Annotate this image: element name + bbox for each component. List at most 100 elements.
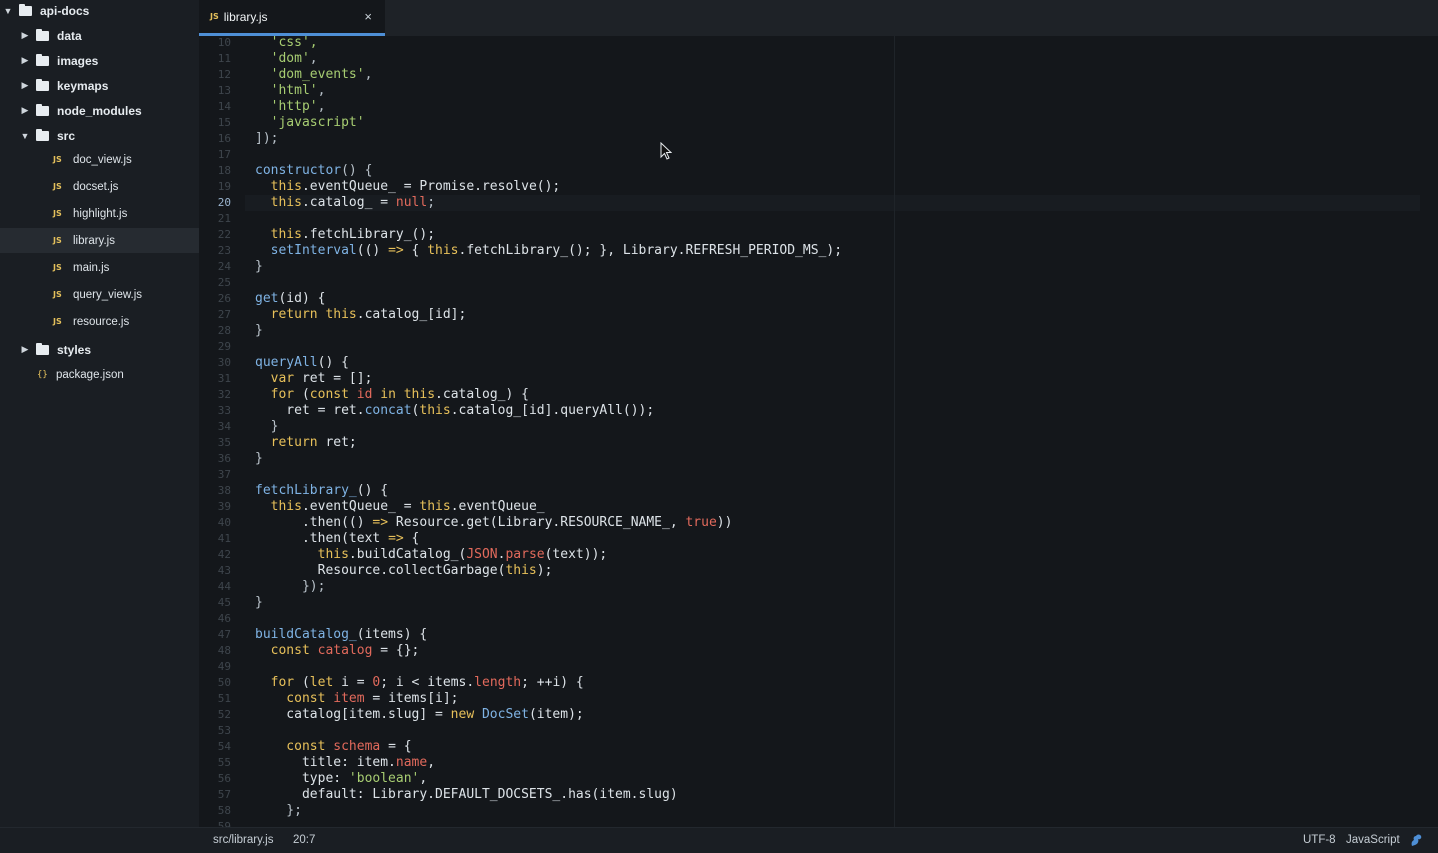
code-token: , bbox=[317, 83, 326, 98]
code-line[interactable]: title: item.name, bbox=[255, 755, 435, 771]
close-icon[interactable]: × bbox=[364, 9, 372, 24]
code-line[interactable]: 'dom_events', bbox=[255, 67, 373, 83]
code-line[interactable]: }; bbox=[255, 803, 302, 819]
line-number: 15 bbox=[217, 116, 231, 129]
line-number: 38 bbox=[217, 484, 231, 497]
code-token: } bbox=[255, 259, 263, 274]
tree-item-images[interactable]: ▶ images bbox=[0, 48, 199, 73]
code-line[interactable]: this.eventQueue_ = this.eventQueue_ bbox=[255, 499, 545, 515]
code-lines[interactable]: 'css', 'dom', 'dom_events', 'html', 'htt… bbox=[255, 36, 1355, 827]
code-token: (id) { bbox=[278, 291, 326, 306]
code-token: let bbox=[309, 675, 342, 690]
code-line[interactable]: } bbox=[255, 419, 279, 435]
code-line[interactable]: } bbox=[255, 323, 263, 339]
code-token: ret = ret. bbox=[255, 403, 365, 418]
code-line[interactable]: setInterval(() => { this.fetchLibrary_()… bbox=[255, 243, 842, 259]
tree-item-package-json[interactable]: {} package.json bbox=[0, 362, 199, 387]
folder-icon bbox=[36, 342, 49, 355]
code-line[interactable]: for (const id in this.catalog_) { bbox=[255, 387, 529, 403]
code-line[interactable]: var ret = []; bbox=[255, 371, 373, 387]
code-line[interactable]: }); bbox=[255, 579, 326, 595]
line-number: 33 bbox=[217, 404, 231, 417]
code-token: ); bbox=[536, 563, 553, 578]
code-line[interactable]: for (let i = 0; i < items.length; ++i) { bbox=[255, 675, 584, 691]
code-line[interactable]: const catalog = {}; bbox=[255, 643, 420, 659]
code-line[interactable]: 'javascript' bbox=[255, 115, 365, 131]
code-line[interactable]: type: 'boolean', bbox=[255, 771, 427, 787]
line-number-gutter[interactable]: 10 11 12 13 14 15 16 17 18 19 20 21 22 23 24 25 26 27 28 29… bbox=[199, 36, 231, 827]
tab-library-js[interactable]: JS library.js × bbox=[199, 0, 385, 36]
tree-item-main-js[interactable]: JS main.js bbox=[0, 255, 199, 280]
code-token: .catalog_ = bbox=[301, 195, 396, 210]
chevron-down-icon: ▼ bbox=[3, 5, 13, 16]
status-cursor-position[interactable]: 20:7 bbox=[293, 834, 315, 846]
squirrel-update-icon[interactable] bbox=[1409, 833, 1423, 847]
code-line[interactable]: default: Library.DEFAULT_DOCSETS_.has(it… bbox=[255, 787, 678, 803]
code-line[interactable]: constructor() { bbox=[255, 163, 372, 179]
tree-view[interactable]: ▼ api-docs ▶ data ▶ images ▶ keymaps ▶ node_mod… bbox=[0, 0, 199, 827]
tree-item-docset-js[interactable]: JS docset.js bbox=[0, 174, 199, 199]
code-editor[interactable]: 10 11 12 13 14 15 16 17 18 19 20 21 22 23 24 25 26 27 28 29… bbox=[199, 36, 1438, 827]
code-line[interactable]: this.buildCatalog_(JSON.parse(text)); bbox=[255, 547, 608, 563]
code-line[interactable]: .then(() => Resource.get(Library.RESOURC… bbox=[255, 515, 733, 531]
line-number: 25 bbox=[217, 276, 231, 289]
tree-item-highlight-js[interactable]: JS highlight.js bbox=[0, 201, 199, 226]
tree-item-library-js[interactable]: JS library.js bbox=[0, 228, 199, 253]
code-line[interactable]: 'html', bbox=[255, 83, 326, 99]
status-encoding[interactable]: UTF-8 bbox=[1303, 834, 1336, 846]
code-line[interactable]: } bbox=[255, 595, 263, 611]
line-number: 22 bbox=[217, 228, 231, 241]
status-grammar[interactable]: JavaScript bbox=[1346, 834, 1400, 846]
code-line[interactable]: buildCatalog_(items) { bbox=[255, 627, 427, 643]
code-token: const bbox=[255, 691, 334, 706]
code-token: Resource.collectGarbage( bbox=[255, 563, 506, 578]
code-line[interactable]: this.fetchLibrary_(); bbox=[255, 227, 435, 243]
code-line[interactable]: } bbox=[255, 451, 263, 467]
tree-item-src[interactable]: ▼ src bbox=[0, 123, 199, 148]
code-line[interactable]: catalog[item.slug] = new DocSet(item); bbox=[255, 707, 583, 723]
tree-item-query-view-js[interactable]: JS query_view.js bbox=[0, 282, 199, 307]
code-token: .catalog_) { bbox=[435, 387, 529, 402]
folder-icon bbox=[36, 28, 49, 41]
tree-item-doc-view-js[interactable]: JS doc_view.js bbox=[0, 147, 199, 172]
code-token: () { bbox=[341, 163, 373, 178]
code-token: (text)); bbox=[544, 547, 608, 562]
code-line[interactable]: const item = items[i]; bbox=[255, 691, 458, 707]
code-token: 'http' bbox=[255, 99, 318, 114]
tree-root[interactable]: ▼ api-docs bbox=[0, 0, 199, 23]
code-token: => bbox=[388, 243, 404, 258]
code-line[interactable]: 'css', bbox=[255, 36, 318, 51]
code-line[interactable]: Resource.collectGarbage(this); bbox=[255, 563, 553, 579]
code-line[interactable]: return this.catalog_[id]; bbox=[255, 307, 467, 323]
code-line[interactable]: ret = ret.concat(this.catalog_[id].query… bbox=[255, 403, 654, 419]
tree-item-node-modules[interactable]: ▶ node_modules bbox=[0, 98, 199, 123]
tree-item-styles[interactable]: ▶ styles bbox=[0, 337, 199, 362]
status-file-path[interactable]: src/library.js bbox=[213, 834, 273, 846]
json-file-icon: {} bbox=[37, 369, 48, 380]
tree-item-label: main.js bbox=[73, 261, 110, 274]
code-line[interactable]: 'http', bbox=[255, 99, 326, 115]
code-line[interactable]: fetchLibrary_() { bbox=[255, 483, 388, 499]
code-token: buildCatalog_ bbox=[255, 627, 357, 642]
code-line[interactable]: queryAll() { bbox=[255, 355, 349, 371]
code-line[interactable]: } bbox=[255, 259, 263, 275]
code-token: const bbox=[309, 387, 357, 402]
code-line[interactable]: ]); bbox=[255, 131, 278, 147]
tree-item-label: library.js bbox=[73, 234, 115, 247]
code-token: this bbox=[255, 179, 302, 194]
code-line[interactable]: get(id) { bbox=[255, 291, 325, 307]
code-token: type: bbox=[255, 771, 349, 786]
code-line[interactable]: this.eventQueue_ = Promise.resolve(); bbox=[255, 179, 561, 195]
code-line[interactable]: this.catalog_ = null; bbox=[255, 195, 435, 211]
code-line[interactable]: 'dom', bbox=[255, 51, 318, 67]
code-line[interactable]: return ret; bbox=[255, 435, 357, 451]
code-line[interactable]: .then(text => { bbox=[255, 531, 419, 547]
line-number: 51 bbox=[217, 692, 231, 705]
tree-item-data[interactable]: ▶ data bbox=[0, 23, 199, 48]
code-token: title: item. bbox=[255, 755, 396, 770]
code-line[interactable]: const schema = { bbox=[255, 739, 411, 755]
code-token: this bbox=[419, 403, 451, 418]
tree-item-resource-js[interactable]: JS resource.js bbox=[0, 309, 199, 334]
code-token: .eventQueue_ = Promise.resolve(); bbox=[301, 179, 561, 194]
tree-item-keymaps[interactable]: ▶ keymaps bbox=[0, 73, 199, 98]
